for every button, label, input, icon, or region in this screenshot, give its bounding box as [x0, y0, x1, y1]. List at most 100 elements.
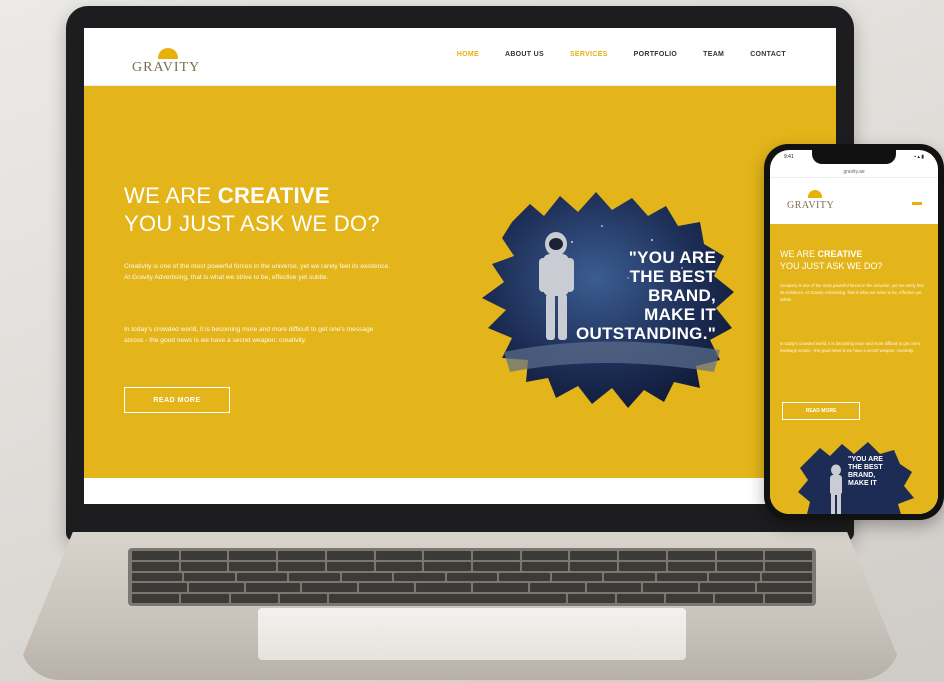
keyboard-key — [551, 572, 603, 582]
keyboard-key — [184, 572, 235, 582]
keyboard-key — [375, 551, 423, 560]
mobile-logo-text[interactable]: GRAVITY — [787, 200, 834, 211]
nav-links: HOME ABOUT US SERVICES PORTFOLIO TEAM CO… — [457, 51, 786, 58]
mobile-quote-text: "YOU ARE THE BEST BRAND, MAKE IT — [848, 456, 883, 487]
phone-screen: 9:41 ▪ ▴ ▮ gravity.ae GRAVITY WE ARE CRE… — [770, 150, 938, 514]
mobile-paragraph-2: In today's crowded world, it is becoming… — [780, 341, 921, 353]
keyboard-key — [619, 551, 666, 560]
nav-services[interactable]: SERVICES — [570, 51, 608, 58]
nav-contact[interactable]: CONTACT — [750, 51, 786, 58]
keyboard-key — [765, 561, 813, 571]
keyboard-key — [180, 561, 228, 571]
keyboard-key — [499, 572, 550, 582]
heading-line2: YOU JUST ASK WE DO? — [124, 211, 380, 236]
laptop-keyboard — [128, 548, 816, 606]
keyboard-key — [132, 572, 183, 582]
sun-logo-icon — [158, 48, 178, 59]
keyboard-key — [473, 561, 520, 571]
keyboard-key — [761, 572, 813, 582]
keyboard-key — [188, 583, 244, 593]
heading-light: WE ARE — [124, 183, 218, 208]
laptop-trackpad — [258, 608, 686, 660]
keyboard-key — [424, 561, 472, 571]
keyboard-key — [446, 572, 498, 582]
nav-portfolio[interactable]: PORTFOLIO — [634, 51, 678, 58]
keyboard-key — [604, 572, 655, 582]
mobile-heading-bold: CREATIVE — [817, 249, 863, 259]
keyboard-key — [329, 594, 566, 603]
mobile-paragraph-1: Creativity is one of the most powerful f… — [780, 283, 924, 302]
footer-strip — [84, 478, 836, 504]
mobile-url-bar[interactable]: gravity.ae — [770, 166, 938, 178]
keyboard-key — [700, 583, 756, 593]
keyboard-key — [132, 551, 179, 560]
mobile-navbar: GRAVITY — [770, 178, 938, 224]
keyboard-key — [529, 583, 585, 593]
keyboard-key — [245, 583, 301, 593]
keyboard-row — [132, 594, 812, 603]
keyboard-key — [229, 561, 277, 571]
device-mockup-scene: GRAVITY HOME ABOUT US SERVICES PORTFOLIO… — [0, 0, 944, 682]
keyboard-key — [416, 583, 471, 593]
keyboard-key — [132, 594, 180, 603]
keyboard-key — [716, 551, 764, 560]
keyboard-key — [180, 551, 228, 560]
keyboard-key — [570, 551, 618, 560]
keyboard-row — [132, 583, 812, 593]
sun-logo-icon — [808, 190, 822, 198]
mobile-hero-heading: WE ARE CREATIVE YOU JUST ASK WE DO? — [780, 248, 882, 272]
status-time: 9:41 — [784, 154, 794, 160]
keyboard-key — [236, 572, 288, 582]
keyboard-key — [570, 561, 618, 571]
quote-text: "YOU ARE THE BEST BRAND, MAKE IT OUTSTAN… — [576, 248, 717, 343]
keyboard-key — [757, 583, 812, 593]
menu-icon[interactable] — [912, 202, 922, 205]
keyboard-row — [132, 551, 813, 560]
status-icons: ▪ ▴ ▮ — [914, 154, 924, 160]
hero-heading: WE ARE CREATIVE YOU JUST ASK WE DO? — [124, 182, 380, 238]
keyboard-key — [521, 561, 569, 571]
astronaut-splash-image: "YOU ARE THE BEST BRAND, MAKE IT OUTSTAN… — [452, 182, 752, 412]
keyboard-key — [643, 583, 699, 593]
keyboard-key — [326, 551, 374, 560]
keyboard-key — [521, 551, 569, 560]
keyboard-key — [716, 561, 764, 571]
keyboard-key — [326, 561, 374, 571]
keyboard-key — [230, 594, 278, 603]
mobile-heading-light: WE ARE — [780, 249, 818, 259]
nav-home[interactable]: HOME — [457, 51, 479, 58]
logo-text: GRAVITY — [132, 60, 201, 75]
keyboard-key — [616, 594, 665, 603]
keyboard-key — [359, 583, 415, 593]
keyboard-key — [666, 594, 714, 603]
keyboard-row — [132, 572, 813, 582]
keyboard-key — [279, 594, 328, 603]
mobile-heading-line2: YOU JUST ASK WE DO? — [780, 261, 883, 271]
heading-bold: CREATIVE — [217, 183, 330, 208]
nav-about-us[interactable]: ABOUT US — [505, 51, 544, 58]
hero-paragraph-2: In today's crowded world, it is becoming… — [124, 326, 374, 344]
keyboard-key — [424, 551, 472, 560]
keyboard-key — [289, 572, 340, 582]
keyboard-key — [764, 594, 812, 603]
keyboard-row — [132, 561, 813, 571]
keyboard-key — [656, 572, 708, 582]
mobile-splash-image: "YOU ARE THE BEST BRAND, MAKE IT — [796, 438, 916, 514]
hero-paragraph-1: Creativity is one of the most powerful f… — [124, 263, 391, 281]
nav-team[interactable]: TEAM — [703, 51, 724, 58]
keyboard-key — [394, 572, 445, 582]
keyboard-key — [619, 561, 666, 571]
keyboard-key — [181, 594, 229, 603]
keyboard-key — [132, 561, 179, 571]
phone-notch — [812, 150, 896, 164]
keyboard-key — [765, 551, 813, 560]
keyboard-key — [229, 551, 277, 560]
hero-section: WE ARE CREATIVE YOU JUST ASK WE DO? Crea… — [84, 86, 836, 478]
keyboard-key — [472, 583, 528, 593]
read-more-button[interactable]: READ MORE — [124, 387, 230, 413]
keyboard-key — [567, 594, 615, 603]
keyboard-key — [715, 594, 763, 603]
mobile-read-more-button[interactable]: READ MORE — [782, 402, 860, 420]
laptop-screen: GRAVITY HOME ABOUT US SERVICES PORTFOLIO… — [84, 28, 836, 504]
keyboard-key — [341, 572, 393, 582]
